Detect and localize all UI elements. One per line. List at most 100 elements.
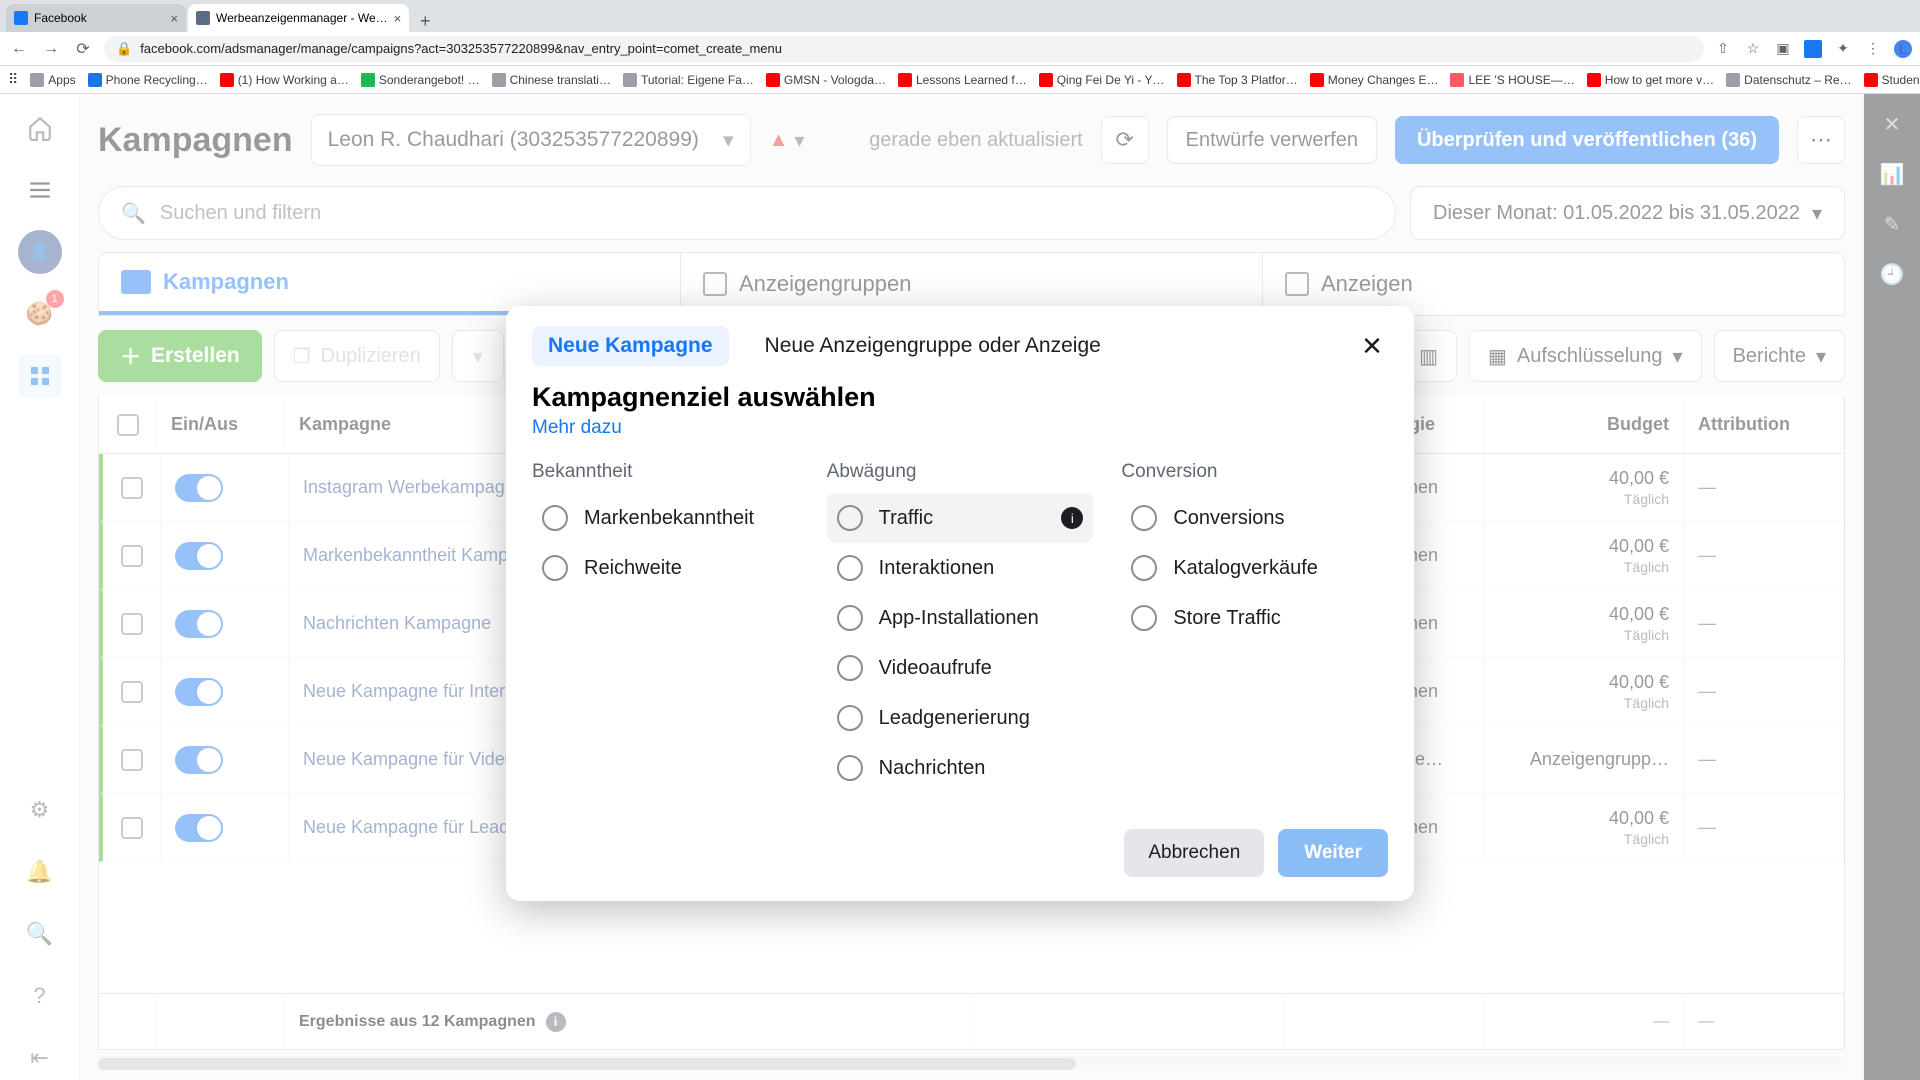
discard-button[interactable]: Entwürfe verwerfen [1167, 116, 1377, 164]
bookmark-item[interactable]: GMSN - Vologda… [766, 73, 886, 87]
search-input[interactable] [160, 202, 1373, 225]
browser-tab-0[interactable]: Facebook × [6, 4, 186, 32]
row-checkbox[interactable] [121, 817, 143, 839]
bookmark-item[interactable]: Datenschutz – Re… [1726, 73, 1851, 87]
status-toggle[interactable] [175, 678, 223, 706]
goal-messages[interactable]: Nachrichten [827, 743, 1094, 793]
goal-reach[interactable]: Reichweite [532, 543, 799, 593]
cast-icon[interactable]: ▣ [1774, 40, 1792, 58]
status-toggle[interactable] [175, 610, 223, 638]
hamburger-icon[interactable] [18, 168, 62, 212]
col-attribution[interactable]: Attribution [1684, 396, 1844, 453]
cookie-icon[interactable]: 🍪1 [18, 292, 62, 336]
modal-tab-new-adset[interactable]: Neue Anzeigengruppe oder Anzeige [749, 326, 1117, 366]
goal-traffic[interactable]: Traffici [827, 493, 1094, 543]
bookmark-item[interactable]: How to get more v… [1587, 73, 1714, 87]
new-tab-button[interactable]: + [411, 11, 439, 32]
row-checkbox[interactable] [121, 545, 143, 567]
menu-icon[interactable]: ⋮ [1864, 40, 1882, 58]
goal-app-installs[interactable]: App-Installationen [827, 593, 1094, 643]
status-toggle[interactable] [175, 474, 223, 502]
close-icon[interactable]: ✕ [1356, 331, 1388, 362]
bookmark-item[interactable]: Student Wants an… [1864, 73, 1920, 87]
campaign-link[interactable]: Instagram Werbekampagne [303, 477, 525, 498]
info-icon[interactable]: i [1061, 507, 1083, 529]
row-checkbox[interactable] [121, 477, 143, 499]
duplicate-button[interactable]: ❐ Duplizieren [274, 330, 440, 382]
bookmark-item[interactable]: Money Changes E… [1310, 73, 1439, 87]
cancel-button[interactable]: Abbrechen [1124, 829, 1264, 877]
publish-button[interactable]: Überprüfen und veröffentlichen (36) [1395, 116, 1779, 164]
goal-store-traffic[interactable]: Store Traffic [1121, 593, 1388, 643]
profile-avatar[interactable]: L [1894, 40, 1912, 58]
breakdown-button[interactable]: ▦ Aufschlüsselung ▾ [1469, 330, 1702, 382]
share-icon[interactable]: ⇧ [1714, 40, 1732, 58]
close-panel-icon[interactable]: ✕ [1876, 108, 1908, 140]
star-icon[interactable]: ☆ [1744, 40, 1762, 58]
row-checkbox[interactable] [121, 613, 143, 635]
row-checkbox[interactable] [121, 681, 143, 703]
status-toggle[interactable] [175, 814, 223, 842]
bookmark-item[interactable]: (1) How Working a… [220, 73, 349, 87]
bookmark-item[interactable]: Sonderangebot! … [361, 73, 480, 87]
bookmark-item[interactable]: Chinese translati… [492, 73, 611, 87]
bookmark-item[interactable]: Apps [30, 73, 75, 87]
date-range-picker[interactable]: Dieser Monat: 01.05.2022 bis 31.05.2022 … [1410, 186, 1845, 240]
extensions-icon[interactable]: ✦ [1834, 40, 1852, 58]
bell-icon[interactable]: 🔔 [18, 850, 62, 894]
new-campaign-modal: Neue Kampagne Neue Anzeigengruppe oder A… [506, 306, 1414, 901]
horizontal-scrollbar[interactable] [98, 1056, 1845, 1070]
bookmark-item[interactable]: Qing Fei De Yi - Y… [1039, 73, 1165, 87]
goal-catalog-sales[interactable]: Katalogverkäufe [1121, 543, 1388, 593]
attribution-value: — [1698, 817, 1716, 838]
bookmark-item[interactable]: Phone Recycling… [88, 73, 208, 87]
bookmark-item[interactable]: Tutorial: Eigene Fa… [623, 73, 754, 87]
gear-icon[interactable]: ⚙ [18, 788, 62, 832]
create-button[interactable]: ＋ Erstellen [98, 330, 262, 382]
campaign-link[interactable]: Nachrichten Kampagne [303, 613, 491, 634]
reports-button[interactable]: Berichte ▾ [1714, 330, 1845, 382]
bookmark-item[interactable]: The Top 3 Platfor… [1177, 73, 1298, 87]
collapse-icon[interactable]: ⇤ [18, 1036, 62, 1080]
goal-brand-awareness[interactable]: Markenbekanntheit [532, 493, 799, 543]
status-toggle[interactable] [175, 746, 223, 774]
help-icon[interactable]: ? [18, 974, 62, 1018]
goal-video-views[interactable]: Videoaufrufe [827, 643, 1094, 693]
url-field[interactable]: 🔒 facebook.com/adsmanager/manage/campaig… [104, 36, 1704, 62]
home-icon[interactable] [18, 106, 62, 150]
refresh-button[interactable]: ⟳ [1101, 116, 1149, 164]
bookmark-item[interactable]: LEE 'S HOUSE—… [1450, 73, 1574, 87]
reload-icon[interactable]: ⟳ [72, 39, 94, 59]
row-checkbox[interactable] [121, 749, 143, 771]
status-toggle[interactable] [175, 542, 223, 570]
tab-close-icon[interactable]: × [394, 11, 402, 26]
col-budget[interactable]: Budget [1484, 396, 1684, 453]
col-toggle[interactable]: Ein/Aus [157, 396, 285, 453]
charts-icon[interactable]: 📊 [1876, 158, 1908, 190]
tab-close-icon[interactable]: × [170, 11, 178, 26]
goal-conversions[interactable]: Conversions [1121, 493, 1388, 543]
history-icon[interactable]: 🕘 [1876, 258, 1908, 290]
modal-tab-new-campaign[interactable]: Neue Kampagne [532, 326, 729, 366]
learn-more-link[interactable]: Mehr dazu [532, 417, 622, 439]
account-picker[interactable]: Leon R. Chaudhari (303253577220899) ▾ [311, 114, 751, 166]
edit-panel-icon[interactable]: ✎ [1876, 208, 1908, 240]
ads-manager-icon[interactable] [18, 354, 62, 398]
goal-engagement[interactable]: Interaktionen [827, 543, 1094, 593]
info-icon[interactable]: i [546, 1012, 566, 1032]
back-icon[interactable]: ← [8, 40, 30, 58]
browser-address-bar: ← → ⟳ 🔒 facebook.com/adsmanager/manage/c… [0, 32, 1920, 66]
warning-icon[interactable]: ▲ ▾ [769, 128, 805, 153]
goal-lead-generation[interactable]: Leadgenerierung [827, 693, 1094, 743]
account-avatar[interactable]: 👤 [18, 230, 62, 274]
more-button[interactable]: ⋯ [1797, 116, 1845, 164]
bookmark-item[interactable]: Lessons Learned f… [898, 73, 1027, 87]
duplicate-dropdown[interactable]: ▾ [452, 330, 504, 382]
next-button[interactable]: Weiter [1278, 829, 1388, 877]
facebook-ext-icon[interactable] [1804, 40, 1822, 58]
select-all-checkbox[interactable] [117, 414, 139, 436]
search-rail-icon[interactable]: 🔍 [18, 912, 62, 956]
forward-icon[interactable]: → [40, 40, 62, 58]
browser-tab-1[interactable]: Werbeanzeigenmanager - We… × [188, 4, 409, 32]
search-box[interactable]: 🔍 [98, 186, 1396, 240]
